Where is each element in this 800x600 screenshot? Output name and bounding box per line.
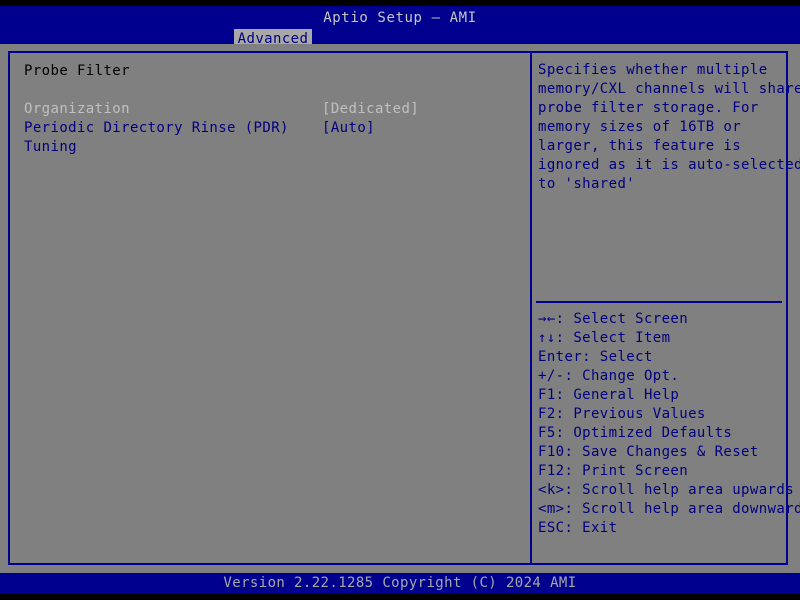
help-line: Specifies whether multiple xyxy=(538,62,768,78)
key-legend-select-item: ↑↓: Select Item xyxy=(538,330,671,346)
setting-value-organization[interactable]: [Dedicated] xyxy=(322,100,419,119)
setting-row-periodic-directory-rinse[interactable]: Periodic Directory Rinse (PDR) [Auto] xyxy=(24,119,514,138)
bios-setup-screen: Aptio Setup – AMI Advanced Probe Filter … xyxy=(0,0,800,600)
key-legend-previous-values: F2: Previous Values xyxy=(538,406,706,422)
section-heading-probe-filter: Probe Filter xyxy=(24,63,130,79)
help-line: memory/CXL channels will share xyxy=(538,81,800,97)
help-line: to 'shared' xyxy=(538,176,636,192)
help-line: memory sizes of 16TB or xyxy=(538,119,742,135)
setting-value-periodic-directory-rinse[interactable]: [Auto] xyxy=(322,119,375,138)
key-legend-esc-exit: ESC: Exit xyxy=(538,520,618,536)
key-legend-scroll-help-up: <k>: Scroll help area upwards xyxy=(538,482,795,498)
help-line: larger, this feature is xyxy=(538,138,742,154)
page-title: Aptio Setup – AMI xyxy=(323,10,477,26)
footer-version-text: Version 2.22.1285 Copyright (C) 2024 AMI xyxy=(223,575,577,591)
title-bar: Aptio Setup – AMI Advanced xyxy=(0,6,800,50)
key-legend-optimized-defaults: F5: Optimized Defaults xyxy=(538,425,733,441)
help-line: ignored as it is auto-selected xyxy=(538,157,800,173)
key-legend-enter-select: Enter: Select xyxy=(538,349,653,365)
key-legend-change-opt: +/-: Change Opt. xyxy=(538,368,680,384)
footer-bar: Version 2.22.1285 Copyright (C) 2024 AMI xyxy=(0,573,800,594)
setting-label-organization: Organization xyxy=(24,101,130,117)
setting-label-tuning: Tuning xyxy=(24,139,77,155)
key-legend: →←: Select Screen ↑↓: Select Item Enter:… xyxy=(538,310,800,538)
key-legend-save-changes-reset: F10: Save Changes & Reset xyxy=(538,444,759,460)
key-legend-select-screen: →←: Select Screen xyxy=(538,311,689,327)
settings-list: Probe Filter Organization [Dedicated] Pe… xyxy=(24,62,514,557)
setting-label-periodic-directory-rinse: Periodic Directory Rinse (PDR) xyxy=(24,120,289,136)
key-legend-general-help: F1: General Help xyxy=(538,387,680,403)
help-line: probe filter storage. For xyxy=(538,100,759,116)
help-panel-divider xyxy=(536,301,782,303)
key-legend-scroll-help-down: <m>: Scroll help area downwards xyxy=(538,501,800,517)
setting-row-organization[interactable]: Organization [Dedicated] xyxy=(24,100,514,119)
setting-row-tuning[interactable]: Tuning xyxy=(24,138,514,157)
help-description: Specifies whether multiple memory/CXL ch… xyxy=(538,61,800,194)
key-legend-print-screen: F12: Print Screen xyxy=(538,463,689,479)
